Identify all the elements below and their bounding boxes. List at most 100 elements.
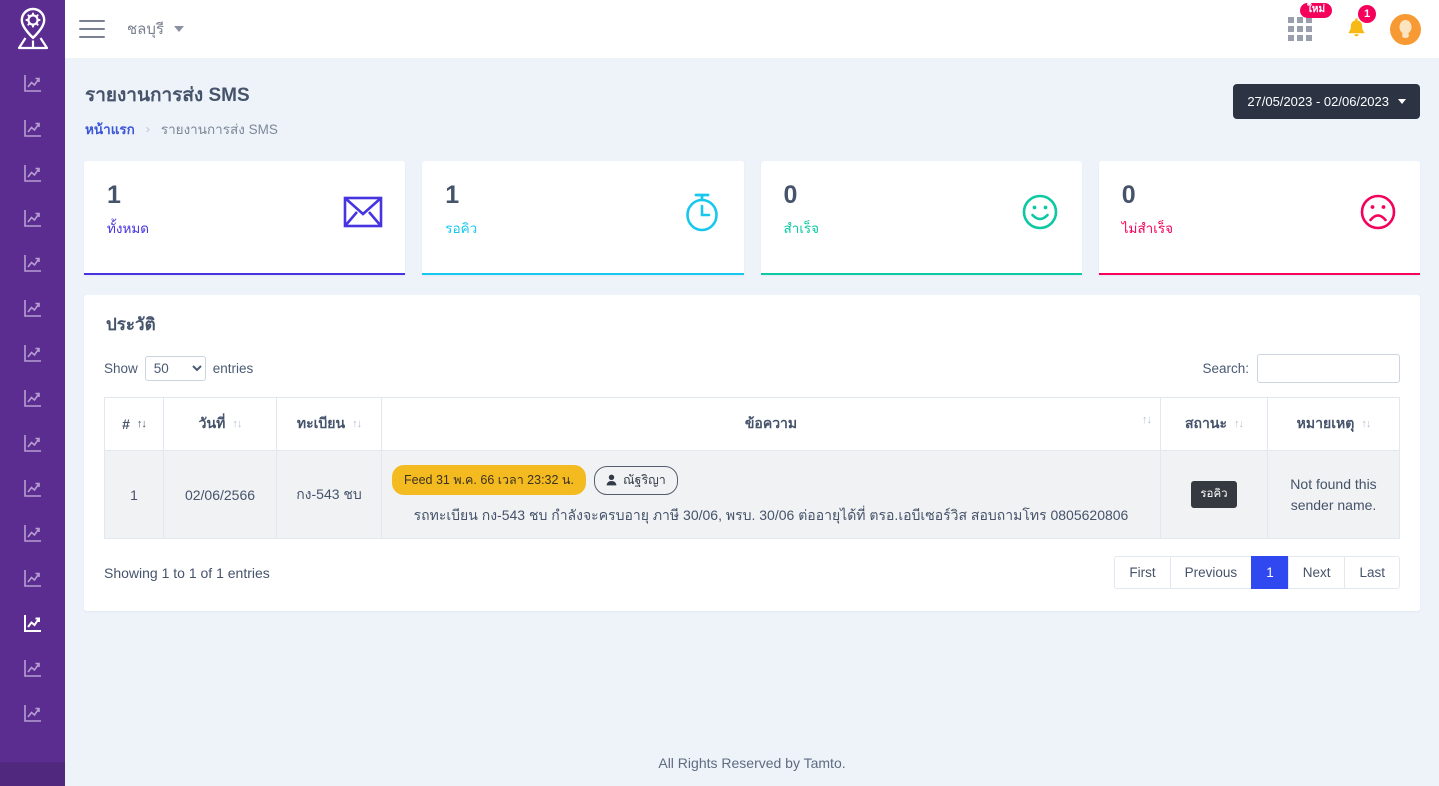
breadcrumb-home-link[interactable]: หน้าแรก: [85, 118, 135, 140]
stat-cards: 1 ทั้งหมด 1 รอคิว 0 สำเร็จ 0 ไม่สำเร็จ: [65, 140, 1439, 275]
main-content: รายงานการส่ง SMS หน้าแรก › รายงานการส่ง …: [65, 58, 1439, 786]
stat-card-success[interactable]: 0 สำเร็จ: [760, 161, 1083, 275]
apps-button[interactable]: ใหม่: [1272, 0, 1333, 58]
footer-text: All Rights Reserved by Tamto.: [658, 755, 846, 771]
sidebar-nav: [0, 58, 65, 762]
pagination: First Previous 1 Next Last: [1114, 556, 1400, 590]
page-header: รายงานการส่ง SMS หน้าแรก › รายงานการส่ง …: [65, 58, 1439, 140]
smiley-happy-icon: [1019, 191, 1061, 233]
sidebar-item-report-3[interactable]: [0, 150, 65, 195]
sidebar-item-sms-report-active[interactable]: [0, 600, 65, 645]
sort-icon: ↑↓: [232, 418, 242, 430]
search-control: Search:: [1202, 354, 1400, 383]
sidebar: [0, 0, 65, 786]
user-icon: [606, 474, 617, 485]
stopwatch-icon: [681, 191, 723, 233]
sidebar-item-report-6[interactable]: [0, 285, 65, 330]
history-panel: ประวัติ Show 10 25 50 100 entries Search…: [84, 295, 1420, 612]
page-title: รายงานการส่ง SMS: [85, 85, 250, 106]
table-controls: Show 10 25 50 100 entries Search:: [104, 354, 1400, 383]
column-header-note[interactable]: หมายเหตุ ↑↓: [1267, 397, 1400, 451]
sidebar-item-report-9[interactable]: [0, 420, 65, 465]
sidebar-item-report-11[interactable]: [0, 510, 65, 555]
table-header-row: # ↑↓ วันที่ ↑↓ ทะเบียน ↑↓ ข้อความ ↑↓ สถา…: [104, 397, 1400, 451]
date-range-label: 27/05/2023 - 02/06/2023: [1247, 94, 1389, 109]
cell-status: รอคิว: [1160, 449, 1268, 540]
breadcrumb: หน้าแรก › รายงานการส่ง SMS: [85, 118, 1419, 140]
sidebar-item-report-2[interactable]: [0, 105, 65, 150]
stat-card-queued[interactable]: 1 รอคิว: [422, 161, 744, 275]
user-chip[interactable]: ณัฐริญา: [593, 465, 678, 495]
message-body: รถทะเบียน กง-543 ชบ กำลังจะครบอายุ ภาษี …: [413, 507, 1129, 523]
province-label: ชลบุรี: [127, 21, 164, 38]
notifications-button[interactable]: 1: [1328, 0, 1384, 58]
breadcrumb-separator-icon: ›: [145, 122, 150, 136]
column-header-plate[interactable]: ทะเบียน ↑↓: [276, 397, 382, 451]
column-label: ทะเบียน: [296, 415, 346, 431]
sidebar-item-report-15[interactable]: [0, 690, 65, 735]
show-label: Show: [104, 361, 138, 376]
chevron-down-icon: [173, 26, 184, 32]
sidebar-item-report-7[interactable]: [0, 330, 65, 375]
column-header-date[interactable]: วันที่ ↑↓: [163, 397, 277, 451]
sort-icon: ↑↓: [1361, 418, 1371, 430]
stat-card-failed[interactable]: 0 ไม่สำเร็จ: [1098, 161, 1421, 275]
column-label: #: [122, 416, 130, 432]
date-range-picker[interactable]: 27/05/2023 - 02/06/2023: [1233, 84, 1420, 119]
sidebar-item-report-1[interactable]: [0, 60, 65, 105]
sidebar-item-report-14[interactable]: [0, 645, 65, 690]
topbar: ชลบุรี ใหม่ 1: [65, 0, 1439, 58]
column-label: วันที่: [198, 415, 226, 431]
entries-label: entries: [212, 361, 254, 376]
pagination-first[interactable]: First: [1114, 556, 1171, 590]
column-header-message[interactable]: ข้อความ ↑↓: [381, 397, 1161, 451]
sidebar-item-report-10[interactable]: [0, 465, 65, 510]
column-header-index[interactable]: # ↑↓: [104, 397, 164, 451]
table-row[interactable]: 1 02/06/2566 กง-543 ชบ Feed 31 พ.ค. 66 เ…: [104, 449, 1400, 540]
sidebar-item-report-12[interactable]: [0, 555, 65, 600]
cell-message: Feed 31 พ.ค. 66 เวลา 23:32 น. ณัฐริญา รถ…: [381, 449, 1161, 540]
smiley-sad-icon: [1357, 191, 1399, 233]
search-input[interactable]: [1257, 354, 1400, 383]
page-length-select[interactable]: 10 25 50 100: [144, 356, 206, 381]
column-label: หมายเหตุ: [1296, 415, 1355, 431]
sort-icon: ↑↓: [1233, 418, 1244, 430]
cell-note: Not found this sender name.: [1267, 449, 1400, 540]
sidebar-item-report-5[interactable]: [0, 240, 65, 285]
sort-icon: ↑↓: [136, 418, 147, 430]
column-header-status[interactable]: สถานะ ↑↓: [1160, 397, 1268, 451]
table-footer: Showing 1 to 1 of 1 entries First Previo…: [104, 556, 1400, 590]
cell-date: 02/06/2566: [163, 449, 277, 540]
lightbulb-avatar-icon: [1399, 20, 1412, 38]
province-selector[interactable]: ชลบุรี: [127, 17, 184, 41]
column-label: สถานะ: [1185, 415, 1227, 431]
app-root: ชลบุรี ใหม่ 1 รายงานการส่ง SMS หน้าแรก ›…: [0, 0, 1439, 786]
app-logo[interactable]: [0, 0, 65, 58]
page-footer: All Rights Reserved by Tamto.: [65, 740, 1439, 786]
pagination-page-1[interactable]: 1: [1251, 556, 1289, 590]
topbar-actions: ใหม่ 1: [1272, 0, 1439, 58]
pagination-next[interactable]: Next: [1287, 556, 1346, 590]
hamburger-icon[interactable]: [79, 20, 105, 38]
sidebar-footer-strip: [0, 762, 65, 786]
grid-apps-icon: [1288, 17, 1312, 41]
history-title: ประวัติ: [106, 315, 156, 334]
pagination-previous[interactable]: Previous: [1169, 556, 1253, 590]
feed-badge: Feed 31 พ.ค. 66 เวลา 23:32 น.: [392, 465, 586, 495]
status-badge: รอคิว: [1191, 481, 1237, 509]
pagination-last[interactable]: Last: [1344, 556, 1400, 590]
message-meta: Feed 31 พ.ค. 66 เวลา 23:32 น. ณัฐริญา: [392, 465, 1150, 495]
breadcrumb-current: รายงานการส่ง SMS: [160, 122, 278, 137]
table-info: Showing 1 to 1 of 1 entries: [104, 564, 270, 581]
avatar[interactable]: [1390, 13, 1421, 45]
sort-icon: ↑↓: [1142, 414, 1152, 426]
page-length-control: Show 10 25 50 100 entries: [104, 356, 253, 381]
sidebar-item-report-4[interactable]: [0, 195, 65, 240]
cell-plate: กง-543 ชบ: [276, 449, 382, 540]
envelope-icon: [342, 191, 384, 233]
sidebar-item-report-8[interactable]: [0, 375, 65, 420]
search-label: Search:: [1202, 361, 1249, 376]
stat-card-total[interactable]: 1 ทั้งหมด: [84, 161, 406, 275]
history-table: # ↑↓ วันที่ ↑↓ ทะเบียน ↑↓ ข้อความ ↑↓ สถา…: [104, 397, 1400, 540]
notification-count-badge: 1: [1358, 5, 1376, 23]
